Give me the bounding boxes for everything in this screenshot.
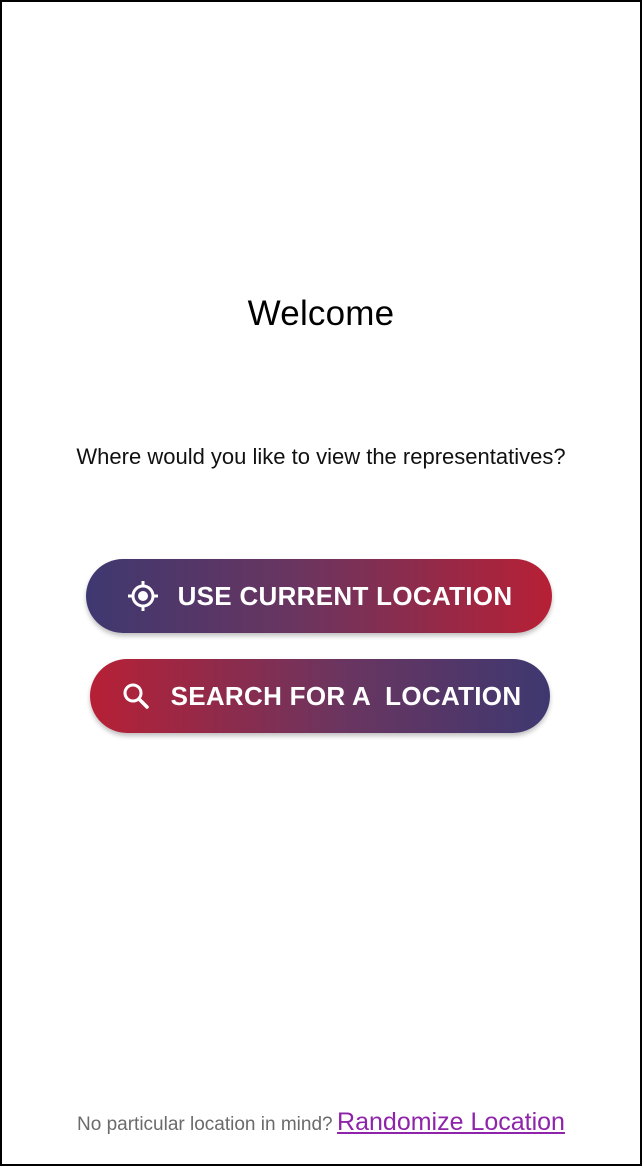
randomize-footer: No particular location in mind? Randomiz…: [0, 1108, 642, 1137]
page-title: Welcome: [247, 294, 395, 333]
crosshair-location-icon: [126, 579, 160, 613]
randomize-location-link[interactable]: Randomize Location: [337, 1108, 565, 1136]
search-icon: [119, 679, 153, 713]
footer-prefix-text: No particular location in mind?: [77, 1114, 333, 1135]
search-location-label: SEARCH FOR A LOCATION: [170, 680, 522, 711]
search-location-button[interactable]: SEARCH FOR A LOCATION: [90, 659, 550, 733]
location-prompt: Where would you like to view the represe…: [76, 444, 566, 469]
use-current-location-label: USE CURRENT LOCATION: [177, 580, 513, 611]
use-current-location-button[interactable]: USE CURRENT LOCATION: [86, 559, 552, 633]
